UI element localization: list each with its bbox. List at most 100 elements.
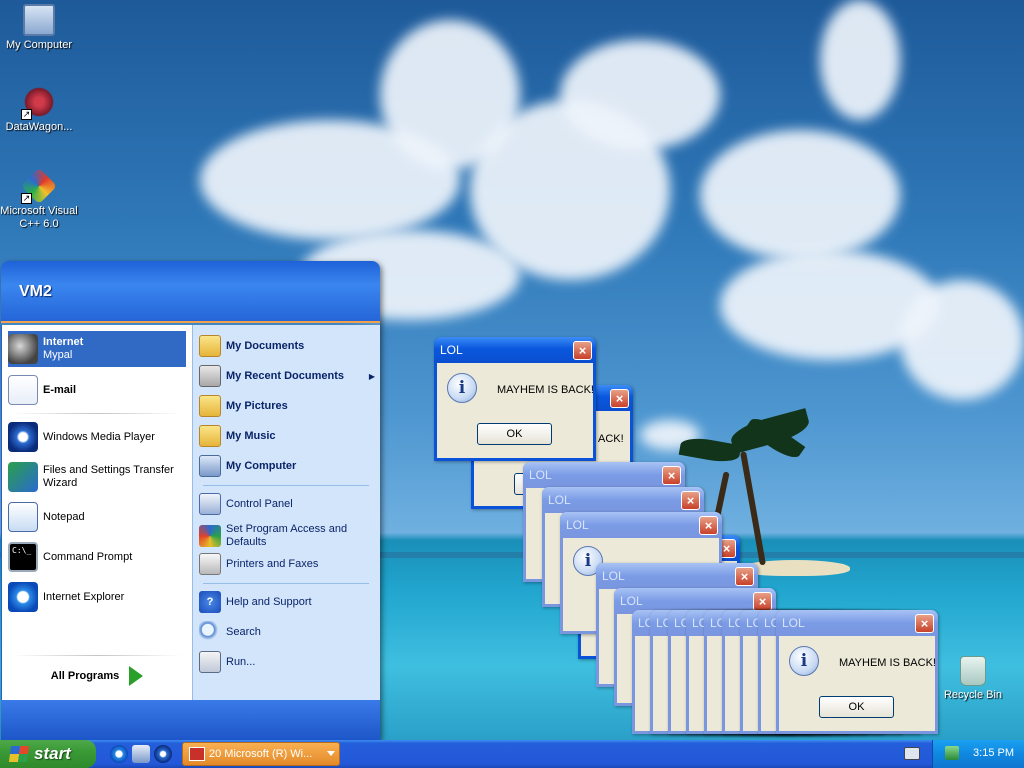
tool-label: Run... bbox=[226, 656, 256, 668]
application-icon bbox=[189, 747, 205, 761]
pinned-email[interactable]: E-mail bbox=[8, 372, 186, 408]
place-my-recent-documents[interactable]: My Recent Documents ▶ bbox=[199, 363, 375, 389]
notepad-icon bbox=[8, 502, 38, 532]
program-media-player[interactable]: Windows Media Player bbox=[8, 419, 186, 455]
program-internet-explorer[interactable]: Internet Explorer bbox=[8, 579, 186, 615]
setting-label: Set Program Access and Defaults bbox=[226, 523, 348, 548]
taskbar-group-button[interactable]: 20 Microsoft (R) Wi... bbox=[182, 742, 340, 766]
separator bbox=[203, 583, 369, 584]
tool-run[interactable]: Run... bbox=[199, 649, 375, 675]
all-programs-button[interactable]: All Programs bbox=[2, 652, 192, 700]
close-button[interactable]: × bbox=[662, 466, 681, 485]
desktop-icon-label: DataWagon... bbox=[5, 121, 73, 133]
shortcut-arrow-icon: ↗ bbox=[21, 193, 32, 204]
place-my-documents[interactable]: My Documents bbox=[199, 333, 375, 359]
folder-icon bbox=[199, 335, 221, 357]
desktop-icon-datawagon[interactable]: ↗ DataWagon... bbox=[0, 86, 78, 134]
media-player-icon bbox=[8, 422, 38, 452]
cloud-decoration bbox=[700, 130, 900, 260]
quick-launch-media-player-icon[interactable] bbox=[154, 745, 172, 763]
program-notepad[interactable]: Notepad bbox=[8, 499, 186, 535]
dialog-titlebar[interactable]: LOL × bbox=[434, 337, 596, 363]
cloud-decoration bbox=[560, 40, 720, 150]
start-menu-header: VM2 bbox=[1, 261, 380, 323]
palm-tree bbox=[740, 451, 766, 566]
place-label: My Documents bbox=[226, 340, 305, 352]
clock[interactable]: 3:15 PM bbox=[973, 747, 1014, 759]
help-icon: ? bbox=[199, 591, 221, 613]
close-button[interactable]: × bbox=[573, 341, 592, 360]
green-arrow-icon bbox=[129, 666, 144, 686]
program-label: Command Prompt bbox=[43, 550, 133, 563]
pinned-internet[interactable]: Internet Mypal bbox=[8, 331, 186, 367]
start-button[interactable]: start bbox=[0, 740, 96, 768]
tool-label: Search bbox=[226, 626, 261, 638]
mypal-icon bbox=[8, 334, 38, 364]
place-label: My Recent Documents bbox=[226, 370, 344, 382]
dialog-title: LOL bbox=[620, 594, 643, 608]
run-icon bbox=[199, 651, 221, 673]
close-button[interactable]: × bbox=[735, 567, 754, 586]
visual-cpp-icon: ↗ bbox=[20, 167, 58, 205]
dialog-titlebar[interactable]: LOL × bbox=[560, 512, 722, 538]
close-button[interactable]: × bbox=[753, 592, 772, 611]
desktop-icon-visual-cpp[interactable]: ↗ Microsoft Visual C++ 6.0 bbox=[0, 167, 78, 231]
ok-button[interactable]: OK bbox=[819, 696, 894, 718]
desktop-icon-my-computer[interactable]: My Computer bbox=[0, 4, 78, 52]
setting-label: Control Panel bbox=[226, 498, 293, 510]
close-button[interactable]: × bbox=[610, 389, 629, 408]
windows-logo-icon bbox=[8, 746, 30, 762]
dialog-titlebar[interactable]: LOL × bbox=[596, 563, 758, 589]
email-icon bbox=[8, 375, 38, 405]
setting-printers-faxes[interactable]: Printers and Faxes bbox=[199, 551, 375, 577]
ok-button[interactable]: OK bbox=[477, 423, 552, 445]
place-my-music[interactable]: My Music bbox=[199, 423, 375, 449]
keyboard-icon[interactable] bbox=[904, 747, 920, 760]
close-button[interactable]: × bbox=[699, 516, 718, 535]
tool-help-support[interactable]: ? Help and Support bbox=[199, 589, 375, 615]
dialog-titlebar[interactable]: LOL × bbox=[776, 610, 938, 636]
message-dialog[interactable]: LOL × i MAYHEM IS BACK! OK bbox=[776, 610, 938, 734]
setting-label: Printers and Faxes bbox=[226, 558, 319, 570]
tool-search[interactable]: Search bbox=[199, 619, 375, 645]
desktop-icon-recycle-bin[interactable]: Recycle Bin bbox=[934, 656, 1012, 702]
system-tray: 3:15 PM bbox=[932, 740, 1024, 768]
quick-launch-ie-icon[interactable] bbox=[110, 745, 128, 763]
start-menu-body: Internet Mypal E-mail Windows Media Playe… bbox=[1, 325, 380, 700]
separator bbox=[203, 485, 369, 486]
quick-launch-desktop-icon[interactable] bbox=[132, 745, 150, 763]
close-button[interactable]: × bbox=[915, 614, 934, 633]
message-dialog[interactable]: LOL × i MAYHEM IS BACK! OK bbox=[434, 337, 596, 461]
pinned-title: E-mail bbox=[43, 383, 77, 396]
info-icon: i bbox=[447, 373, 477, 403]
setting-program-access[interactable]: Set Program Access and Defaults bbox=[199, 521, 375, 551]
dialog-titlebar[interactable]: LOL × bbox=[523, 462, 685, 488]
place-my-computer[interactable]: My Computer bbox=[199, 453, 375, 479]
separator bbox=[12, 413, 182, 414]
program-transfer-wizard[interactable]: Files and Settings Transfer Wizard bbox=[8, 459, 186, 495]
close-button[interactable]: × bbox=[681, 491, 700, 510]
place-my-pictures[interactable]: My Pictures bbox=[199, 393, 375, 419]
place-label: My Music bbox=[226, 430, 276, 442]
dialog-message: MAYHEM IS BACK! bbox=[839, 657, 936, 669]
program-command-prompt[interactable]: C:\_ Command Prompt bbox=[8, 539, 186, 575]
cloud-decoration bbox=[900, 280, 1024, 400]
submenu-arrow-icon: ▶ bbox=[368, 371, 375, 381]
cloud-decoration bbox=[820, 0, 900, 120]
setting-control-panel[interactable]: Control Panel bbox=[199, 491, 375, 517]
start-menu[interactable]: VM2 Internet Mypal E-mail Windows Media P… bbox=[1, 261, 380, 740]
folder-icon bbox=[199, 425, 221, 447]
start-menu-programs: Internet Mypal E-mail Windows Media Playe… bbox=[2, 325, 192, 700]
program-label: Files and Settings Transfer Wizard bbox=[43, 464, 174, 489]
program-access-icon bbox=[199, 525, 221, 547]
recent-documents-icon bbox=[199, 365, 221, 387]
recycle-bin-icon bbox=[960, 656, 986, 686]
dialog-title: LOL bbox=[529, 468, 552, 482]
desktop-icon-label: Microsoft Visual C++ 6.0 bbox=[0, 205, 78, 230]
safely-remove-icon[interactable] bbox=[945, 746, 959, 760]
program-label: Notepad bbox=[43, 510, 85, 523]
dialog-titlebar[interactable]: LOL × bbox=[542, 487, 704, 513]
place-label: My Pictures bbox=[226, 400, 288, 412]
internet-explorer-icon bbox=[8, 582, 38, 612]
program-label: Internet Explorer bbox=[43, 590, 125, 603]
